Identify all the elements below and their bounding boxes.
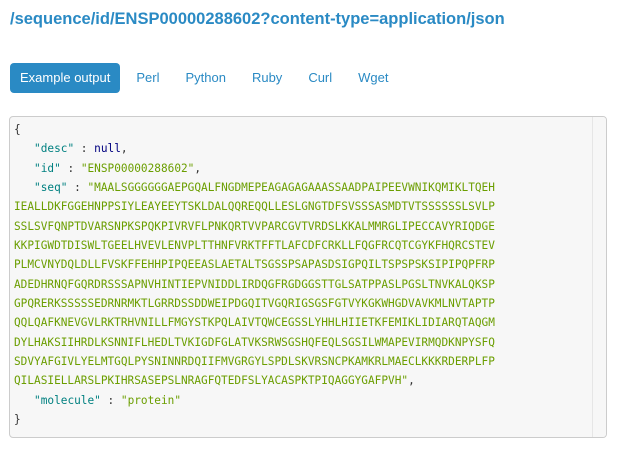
- tab-ruby[interactable]: Ruby: [242, 63, 292, 93]
- seq-line: DYLHAKSIIHRDLKSNNIFLHEDLTVKIGDFGLATVKSRW…: [14, 335, 495, 349]
- seq-line: SDVYAFGIVLYELMTGQLPYSNINNRDQIIFMVGRGYLSP…: [14, 355, 495, 369]
- json-output: { "desc" : null, "id" : "ENSP00000288602…: [14, 123, 495, 427]
- seq-line: KKPIGWDTDISWLTGEELHVEVLENVPLTTHNFVRKTFFT…: [14, 239, 495, 253]
- seq-line: QILASIELLARSLPKIHRSASEPSLNRAGFQTEDFSLYAC…: [14, 374, 409, 388]
- json-close-brace: }: [14, 413, 21, 427]
- tab-perl[interactable]: Perl: [126, 63, 169, 93]
- json-output-panel[interactable]: { "desc" : null, "id" : "ENSP00000288602…: [9, 116, 607, 438]
- json-key-desc: "desc": [34, 142, 75, 156]
- tab-curl[interactable]: Curl: [298, 63, 342, 93]
- seq-line: IEALLDKFGGEHNPPSIYLEAYEEYTSKLDALQQREQQLL…: [14, 200, 495, 214]
- json-value-molecule: "protein": [120, 393, 182, 407]
- tab-python[interactable]: Python: [175, 63, 235, 93]
- json-key-molecule: "molecule": [34, 393, 101, 407]
- seq-line: PLMCVNYDQLDLLFVSKFFEHHPIPQEEASLAETALTSGS…: [14, 258, 495, 272]
- seq-line: QQLQAFKNEVGVLRKTRHVNILLFMGYSTKPQLAIVTQWC…: [14, 316, 495, 330]
- seq-line: SSLSVFQNPTDVARSNPKSPQKPIVRVFLPNKQRTVVPAR…: [14, 219, 495, 233]
- json-value-desc: null: [94, 142, 121, 156]
- seq-line: GPQRERKSSSSSEDRNRMKTLGRRDSSDDWEIPDGQITVG…: [14, 297, 495, 311]
- seq-line: ADEDHRNQFGQRDRSSSAPNVHINTIEPVNIDDLIRDQGF…: [14, 277, 495, 291]
- json-value-id: "ENSP00000288602": [80, 161, 195, 175]
- vertical-scrollbar[interactable]: [592, 117, 606, 437]
- tab-example-output[interactable]: Example output: [10, 63, 121, 93]
- language-tabs: Example output Perl Python Ruby Curl Wge…: [10, 63, 405, 93]
- json-key-id: "id": [34, 161, 61, 175]
- seq-line: "MAALSGGGGGGAEPGQALFNGDMEPEAGAGAGAAASSAA…: [87, 181, 495, 195]
- tab-wget[interactable]: Wget: [348, 63, 398, 93]
- json-key-seq: "seq": [34, 181, 68, 195]
- endpoint-url: /sequence/id/ENSP00000288602?content-typ…: [10, 10, 505, 28]
- json-open-brace: {: [14, 123, 21, 136]
